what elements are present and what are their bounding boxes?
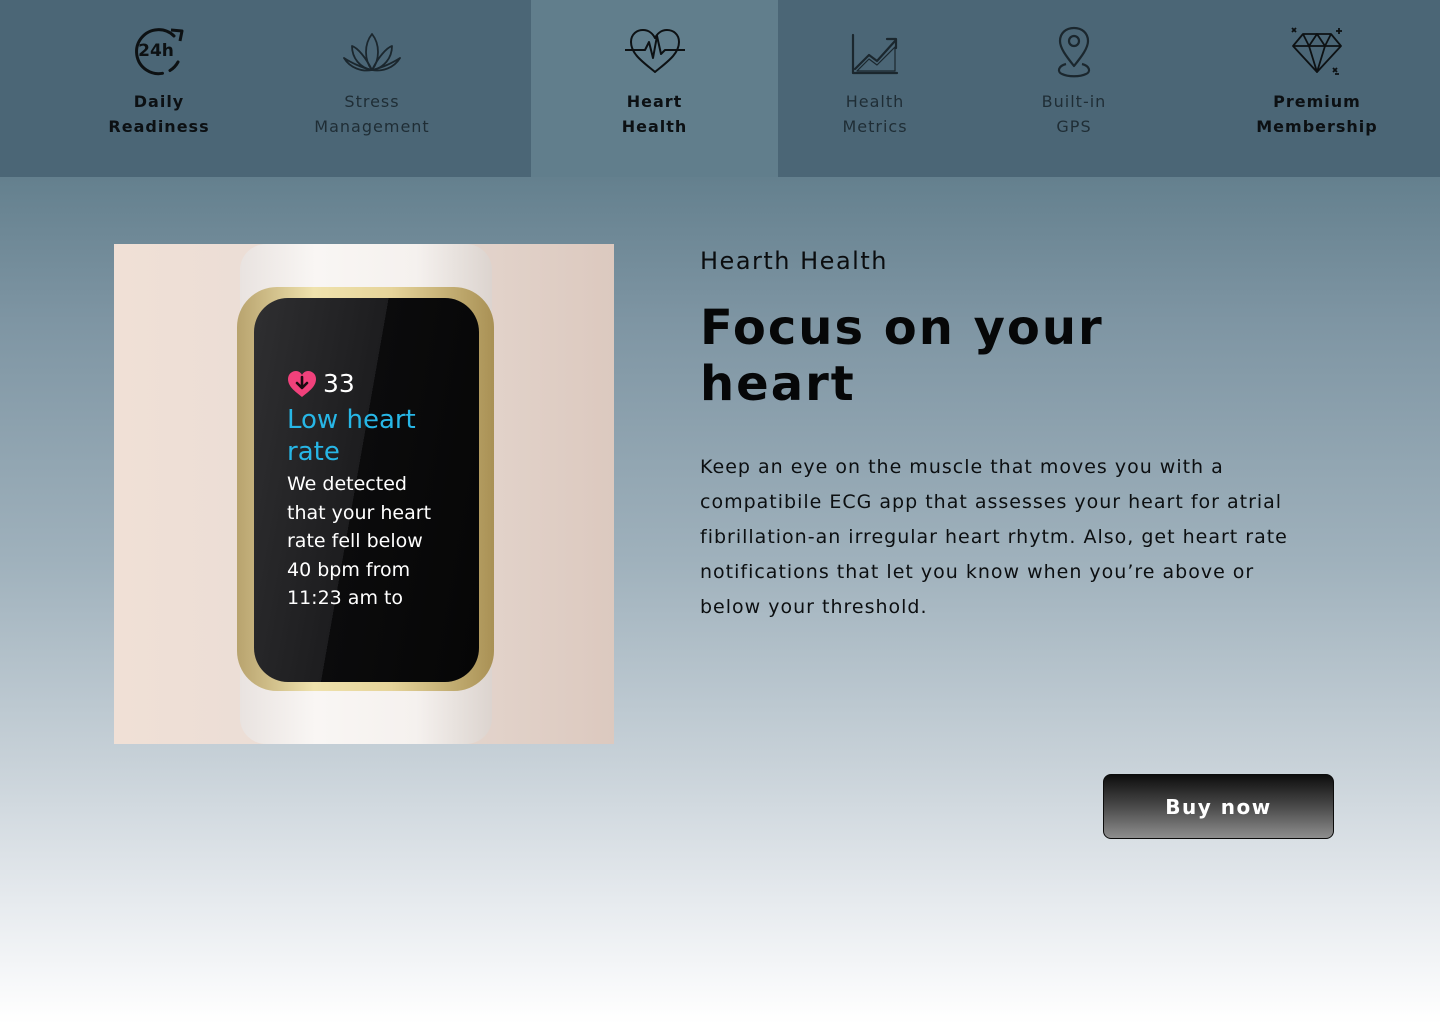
clock-24h-icon: 24h bbox=[130, 24, 188, 80]
tracker-notification: 33 Low heart rate We detected that your … bbox=[287, 366, 477, 613]
buy-now-button[interactable]: Buy now bbox=[1103, 774, 1334, 839]
map-pin-icon bbox=[1054, 24, 1094, 80]
feature-label: Built-in GPS bbox=[1041, 92, 1107, 136]
heart-alert-icon bbox=[288, 371, 316, 397]
section-headline: Focus on your heart bbox=[700, 300, 1104, 412]
feature-label: Heart Health bbox=[621, 92, 688, 136]
section-eyebrow: Hearth Health bbox=[700, 247, 888, 275]
feature-tab-premium-membership[interactable]: Premium Membership bbox=[1217, 0, 1417, 177]
feature-label: Stress Management bbox=[314, 92, 430, 136]
feature-tab-health-metrics[interactable]: Health Metrics bbox=[775, 0, 975, 177]
feature-label: Health Metrics bbox=[842, 92, 908, 136]
feature-label: Premium Membership bbox=[1256, 92, 1378, 136]
feature-nav: 24h Daily Readiness Stress Management He… bbox=[0, 0, 1440, 177]
feature-label: Daily Readiness bbox=[108, 92, 210, 136]
section-description: Keep an eye on the muscle that moves you… bbox=[700, 456, 1288, 618]
feature-tab-daily-readiness[interactable]: 24h Daily Readiness bbox=[59, 0, 259, 177]
feature-tab-built-in-gps[interactable]: Built-in GPS bbox=[974, 0, 1174, 177]
alert-body: We detected that your heart rate fell be… bbox=[287, 473, 432, 609]
heart-pulse-icon bbox=[624, 24, 685, 80]
product-image: 33 Low heart rate We detected that your … bbox=[114, 244, 614, 744]
svg-text:24h: 24h bbox=[138, 41, 174, 61]
alert-title: Low heart rate bbox=[287, 405, 416, 467]
heart-rate-row: 33 bbox=[287, 366, 477, 402]
trend-chart-icon bbox=[851, 24, 899, 80]
diamond-icon bbox=[1289, 24, 1345, 80]
feature-tab-stress-management[interactable]: Stress Management bbox=[272, 0, 472, 177]
feature-tab-heart-health[interactable]: Heart Health bbox=[531, 0, 778, 177]
lotus-icon bbox=[342, 24, 402, 80]
heart-rate-value: 33 bbox=[323, 369, 355, 398]
